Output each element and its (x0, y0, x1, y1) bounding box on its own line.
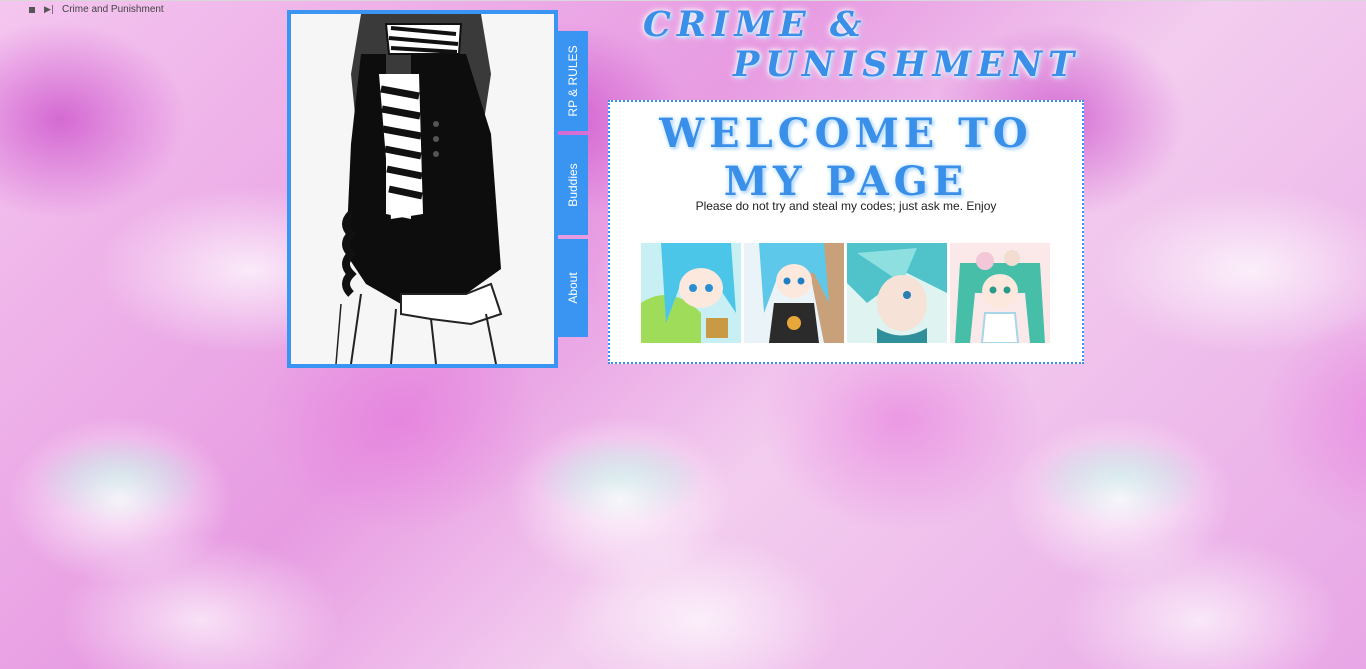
tab-buddies-label: Buddies (566, 163, 580, 207)
gallery-image-3[interactable] (847, 243, 947, 343)
welcome-box: WELCOME TO MY PAGE Please do not try and… (608, 100, 1084, 364)
welcome-note: Please do not try and steal my codes; ju… (695, 199, 997, 213)
gallery-image-2[interactable] (744, 243, 844, 343)
page-tab-title[interactable]: Crime and Punishment (62, 4, 164, 15)
tab-buddies[interactable]: Buddies (558, 135, 588, 235)
tab-rp-rules-label: RP & RULES (566, 45, 580, 117)
profile-picture-frame (287, 10, 558, 368)
tab-rp-rules[interactable]: RP & RULES (558, 31, 588, 131)
gallery-image-4[interactable] (950, 243, 1050, 343)
welcome-heading: WELCOME TO MY PAGE (659, 110, 1033, 205)
thumbnail-gallery (641, 243, 1053, 343)
skip-icon[interactable]: ▶| (44, 5, 54, 15)
tab-about-label: About (566, 272, 580, 304)
stop-icon[interactable] (29, 7, 35, 13)
profile-illustration (291, 14, 554, 364)
tab-about[interactable]: About (558, 239, 588, 337)
site-title-line1: CRIME & (643, 4, 868, 45)
gallery-image-1[interactable] (641, 243, 741, 343)
site-title-line2: PUNISHMENT (733, 44, 1081, 85)
